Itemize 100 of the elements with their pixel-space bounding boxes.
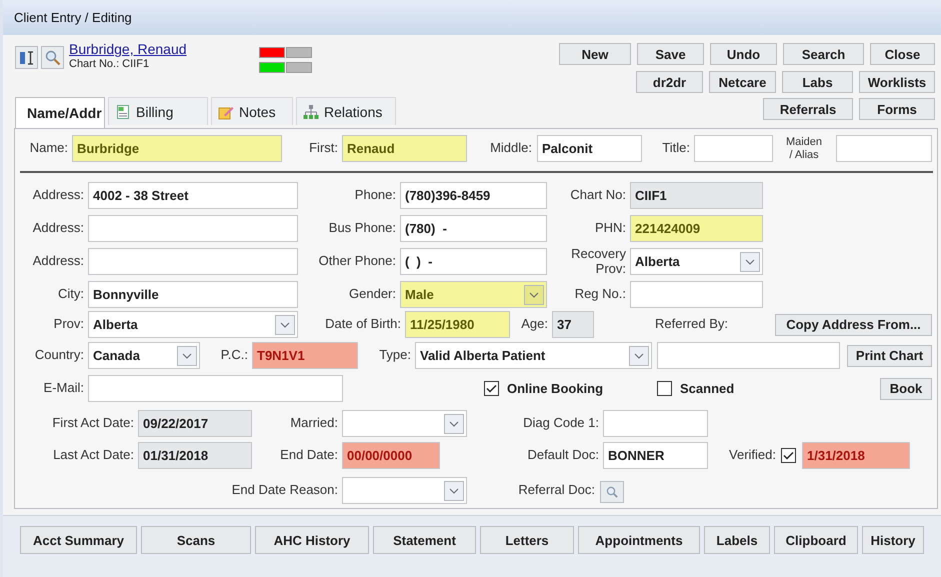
checkbox[interactable] [484,381,499,396]
text-field[interactable]: CIIF1 [630,182,763,209]
checkbox-label: Scanned [680,381,734,396]
text-field[interactable] [836,135,932,162]
text-field[interactable]: ( ) - [400,248,547,275]
toolbar-button[interactable]: Referrals [763,98,853,120]
field-label: Diag Code 1: [522,416,600,431]
text-field[interactable] [694,135,773,162]
checkbox[interactable] [781,448,796,463]
bottom-button[interactable]: Appointments [578,526,700,554]
action-button[interactable]: Book [880,378,932,400]
dropdown[interactable] [342,410,467,437]
dropdown[interactable]: Alberta [88,311,298,338]
field-label: Recovery Prov: [570,246,627,276]
chevron-icon [177,346,197,366]
text-field[interactable]: 09/22/2017 [138,410,252,437]
text-field[interactable]: BONNER [603,442,708,469]
text-field[interactable] [603,410,708,437]
text-field[interactable] [630,281,763,308]
patient-name-link[interactable]: Burbridge, Renaud [69,41,187,57]
field-label: End Date: [279,448,339,463]
checkbox-label: Online Booking [507,381,604,396]
field-label: Reg No.: [574,287,627,302]
field-label: Maiden / Alias [784,136,824,162]
toolbar-button[interactable]: Undo [710,43,777,65]
field-label: Bus Phone: [328,221,397,236]
field-label: First: [308,141,339,156]
chevron-icon [444,414,464,434]
dropdown[interactable]: Valid Alberta Patient [415,342,652,369]
toolbar-button[interactable]: Close [870,43,935,65]
field-label: Date of Birth: [324,317,402,332]
bottom-button[interactable]: History [862,526,924,554]
chevron-icon [524,284,544,304]
text-field[interactable]: 221424009 [630,215,763,242]
chevron-icon [444,480,464,500]
dropdown[interactable]: Male [400,281,547,308]
field-label: Age: [520,317,549,332]
text-field[interactable] [657,342,840,369]
text-field[interactable]: (780) - [400,215,547,242]
toolbar-button[interactable]: Netcare [709,71,776,93]
field-label: Default Doc: [526,448,600,463]
bottom-button[interactable]: Scans [141,526,251,554]
bottom-button[interactable]: Clipboard [774,526,858,554]
field-label: Other Phone: [318,254,397,269]
field-label: Title: [661,141,691,156]
text-field[interactable]: Palconit [537,135,642,162]
bottom-button[interactable]: AHC History [255,526,369,554]
text-field[interactable]: (780)396-8459 [400,182,547,209]
text-field[interactable] [88,248,298,275]
text-field[interactable]: 00/00/0000 [342,442,440,469]
toolbar-button[interactable]: Forms [859,98,935,120]
window-title: Client Entry / Editing [14,10,132,25]
tab[interactable]: Billing [108,97,208,125]
toolbar-button[interactable]: Search [783,43,864,65]
chart-number: Chart No.: CIIF1 [69,58,150,70]
search-icon[interactable] [600,480,624,502]
text-field[interactable]: Bonnyville [88,281,298,308]
bottom-button[interactable]: Statement [373,526,476,554]
text-cursor-icon[interactable] [15,46,38,69]
action-button[interactable]: Print Chart [847,344,932,366]
toolbar-button[interactable]: dr2dr [636,71,703,93]
text-field[interactable]: 01/31/2018 [138,442,252,469]
checkbox[interactable] [657,381,672,396]
toolbar-button[interactable]: Worklists [859,71,935,93]
field-label: PHN: [594,221,627,236]
action-button[interactable]: Copy Address From... [775,314,932,336]
field-label: Name: [28,141,69,156]
chevron-icon [740,252,760,272]
text-field[interactable]: 4002 - 38 Street [88,182,298,209]
bottom-button[interactable]: Labels [704,526,770,554]
toolbar-button[interactable]: New [559,43,631,65]
toolbar-button[interactable]: Save [637,43,704,65]
field-label: P.C.: [220,348,249,363]
field-label: Referral Doc: [517,483,596,498]
bottom-button[interactable]: Letters [480,526,574,554]
dropdown[interactable]: Canada [88,342,200,369]
field-label: First Act Date: [51,416,135,431]
field-label: Chart No: [569,188,627,203]
text-field[interactable]: 1/31/2018 [802,442,910,469]
text-field[interactable]: 37 [552,311,594,338]
hierarchy-icon [303,104,319,120]
field-label: Type: [378,348,412,363]
field-label: Address: [32,188,85,203]
tab[interactable]: Relations [296,97,396,125]
text-field[interactable] [88,375,343,402]
field-label: Referred By: [655,317,729,332]
dropdown[interactable]: Alberta [630,248,763,275]
bottom-button[interactable]: Acct Summary [20,526,137,554]
field-label: Gender: [348,287,397,302]
text-field[interactable]: T9N1V1 [252,342,358,369]
tab[interactable]: Notes [211,97,293,125]
text-field[interactable]: Renaud [342,135,467,162]
tab[interactable]: Name/Addr [15,97,105,128]
field-label: Address: [32,254,85,269]
field-label: E-Mail: [42,381,85,396]
text-field[interactable] [88,215,298,242]
text-field[interactable]: Burbridge [72,135,282,162]
text-field[interactable]: 11/25/1980 [405,311,510,338]
toolbar-button[interactable]: Labs [782,71,853,93]
dropdown[interactable] [342,477,467,504]
